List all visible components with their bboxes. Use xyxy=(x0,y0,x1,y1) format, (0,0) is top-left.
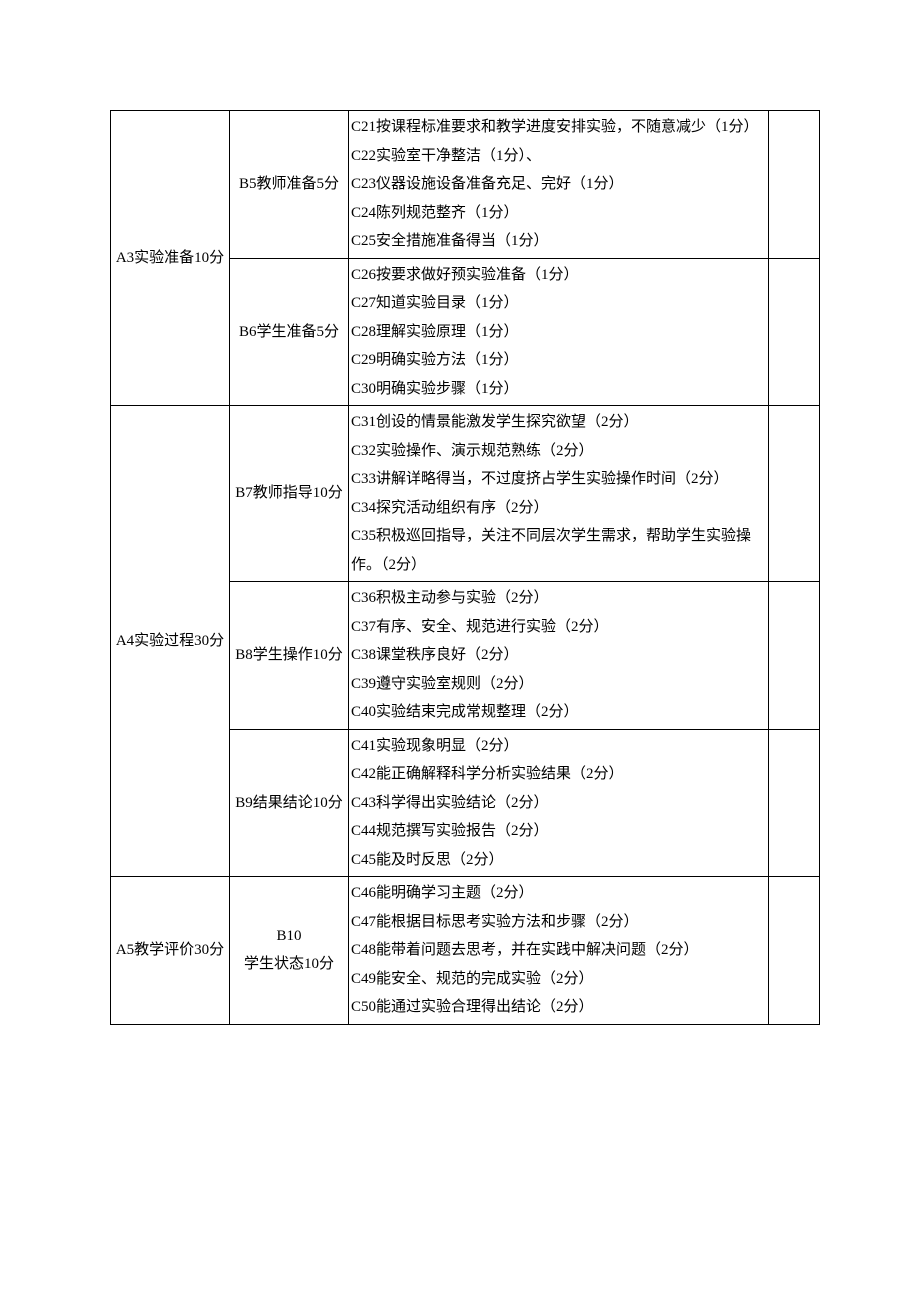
level-b-cell: B8学生操作10分 xyxy=(230,582,349,730)
criteria-item: C28理解实验原理（1分） xyxy=(351,318,766,347)
level-c-cell: C21按课程标准要求和教学进度安排实验，不随意减少（1分）C22实验室干净整洁（… xyxy=(349,111,769,259)
score-cell xyxy=(769,877,820,1025)
criteria-item: C31创设的情景能激发学生探究欲望（2分） xyxy=(351,408,766,437)
criteria-item: C26按要求做好预实验准备（1分） xyxy=(351,261,766,290)
criteria-item: C27知道实验目录（1分） xyxy=(351,289,766,318)
criteria-item: C48能带着问题去思考，并在实践中解决问题（2分） xyxy=(351,936,766,965)
level-c-cell: C46能明确学习主题（2分）C47能根据目标思考实验方法和步骤（2分）C48能带… xyxy=(349,877,769,1025)
criteria-item: C32实验操作、演示规范熟练（2分） xyxy=(351,437,766,466)
criteria-item: C38课堂秩序良好（2分） xyxy=(351,641,766,670)
criteria-item: C29明确实验方法（1分） xyxy=(351,346,766,375)
criteria-item: C41实验现象明显（2分） xyxy=(351,732,766,761)
criteria-item: C25安全措施准备得当（1分） xyxy=(351,227,766,256)
level-b-cell: B6学生准备5分 xyxy=(230,258,349,406)
level-c-cell: C41实验现象明显（2分）C42能正确解释科学分析实验结果（2分）C43科学得出… xyxy=(349,729,769,877)
level-c-cell: C36积极主动参与实验（2分）C37有序、安全、规范进行实验（2分）C38课堂秩… xyxy=(349,582,769,730)
criteria-item: C22实验室干净整洁（1分）、 xyxy=(351,142,766,171)
level-a-cell: A4实验过程30分 xyxy=(111,406,230,877)
level-b-cell: B5教师准备5分 xyxy=(230,111,349,259)
criteria-item: C45能及时反思（2分） xyxy=(351,846,766,875)
level-a-cell: A5教学评价30分 xyxy=(111,877,230,1025)
criteria-item: C50能通过实验合理得出结论（2分） xyxy=(351,993,766,1022)
criteria-item: C33讲解详略得当，不过度挤占学生实验操作时间（2分） xyxy=(351,465,766,494)
criteria-item: C49能安全、规范的完成实验（2分） xyxy=(351,965,766,994)
criteria-item: C24陈列规范整齐（1分） xyxy=(351,199,766,228)
criteria-item: C40实验结束完成常规整理（2分） xyxy=(351,698,766,727)
table-row: A5教学评价30分B10学生状态10分C46能明确学习主题（2分）C47能根据目… xyxy=(111,877,820,1025)
evaluation-table: A3实验准备10分B5教师准备5分C21按课程标准要求和教学进度安排实验，不随意… xyxy=(110,110,820,1025)
level-b-cell: B10学生状态10分 xyxy=(230,877,349,1025)
score-cell xyxy=(769,258,820,406)
criteria-item: C23仪器设施设备准备充足、完好（1分） xyxy=(351,170,766,199)
criteria-item: C39遵守实验室规则（2分） xyxy=(351,670,766,699)
score-cell xyxy=(769,729,820,877)
criteria-item: C36积极主动参与实验（2分） xyxy=(351,584,766,613)
criteria-item: C46能明确学习主题（2分） xyxy=(351,879,766,908)
table-row: A3实验准备10分B5教师准备5分C21按课程标准要求和教学进度安排实验，不随意… xyxy=(111,111,820,259)
score-cell xyxy=(769,406,820,582)
criteria-item: C47能根据目标思考实验方法和步骤（2分） xyxy=(351,908,766,937)
criteria-item: C44规范撰写实验报告（2分） xyxy=(351,817,766,846)
criteria-item: C35积极巡回指导，关注不同层次学生需求，帮助学生实验操作。（2分） xyxy=(351,522,766,579)
table-row: A4实验过程30分B7教师指导10分C31创设的情景能激发学生探究欲望（2分）C… xyxy=(111,406,820,582)
criteria-item: C37有序、安全、规范进行实验（2分） xyxy=(351,613,766,642)
level-c-cell: C31创设的情景能激发学生探究欲望（2分）C32实验操作、演示规范熟练（2分）C… xyxy=(349,406,769,582)
level-b-cell: B9结果结论10分 xyxy=(230,729,349,877)
criteria-item: C30明确实验步骤（1分） xyxy=(351,375,766,404)
criteria-item: C42能正确解释科学分析实验结果（2分） xyxy=(351,760,766,789)
level-c-cell: C26按要求做好预实验准备（1分）C27知道实验目录（1分）C28理解实验原理（… xyxy=(349,258,769,406)
criteria-item: C43科学得出实验结论（2分） xyxy=(351,789,766,818)
score-cell xyxy=(769,582,820,730)
criteria-item: C34探究活动组织有序（2分） xyxy=(351,494,766,523)
level-a-cell: A3实验准备10分 xyxy=(111,111,230,406)
criteria-item: C21按课程标准要求和教学进度安排实验，不随意减少（1分） xyxy=(351,113,766,142)
level-b-cell: B7教师指导10分 xyxy=(230,406,349,582)
score-cell xyxy=(769,111,820,259)
